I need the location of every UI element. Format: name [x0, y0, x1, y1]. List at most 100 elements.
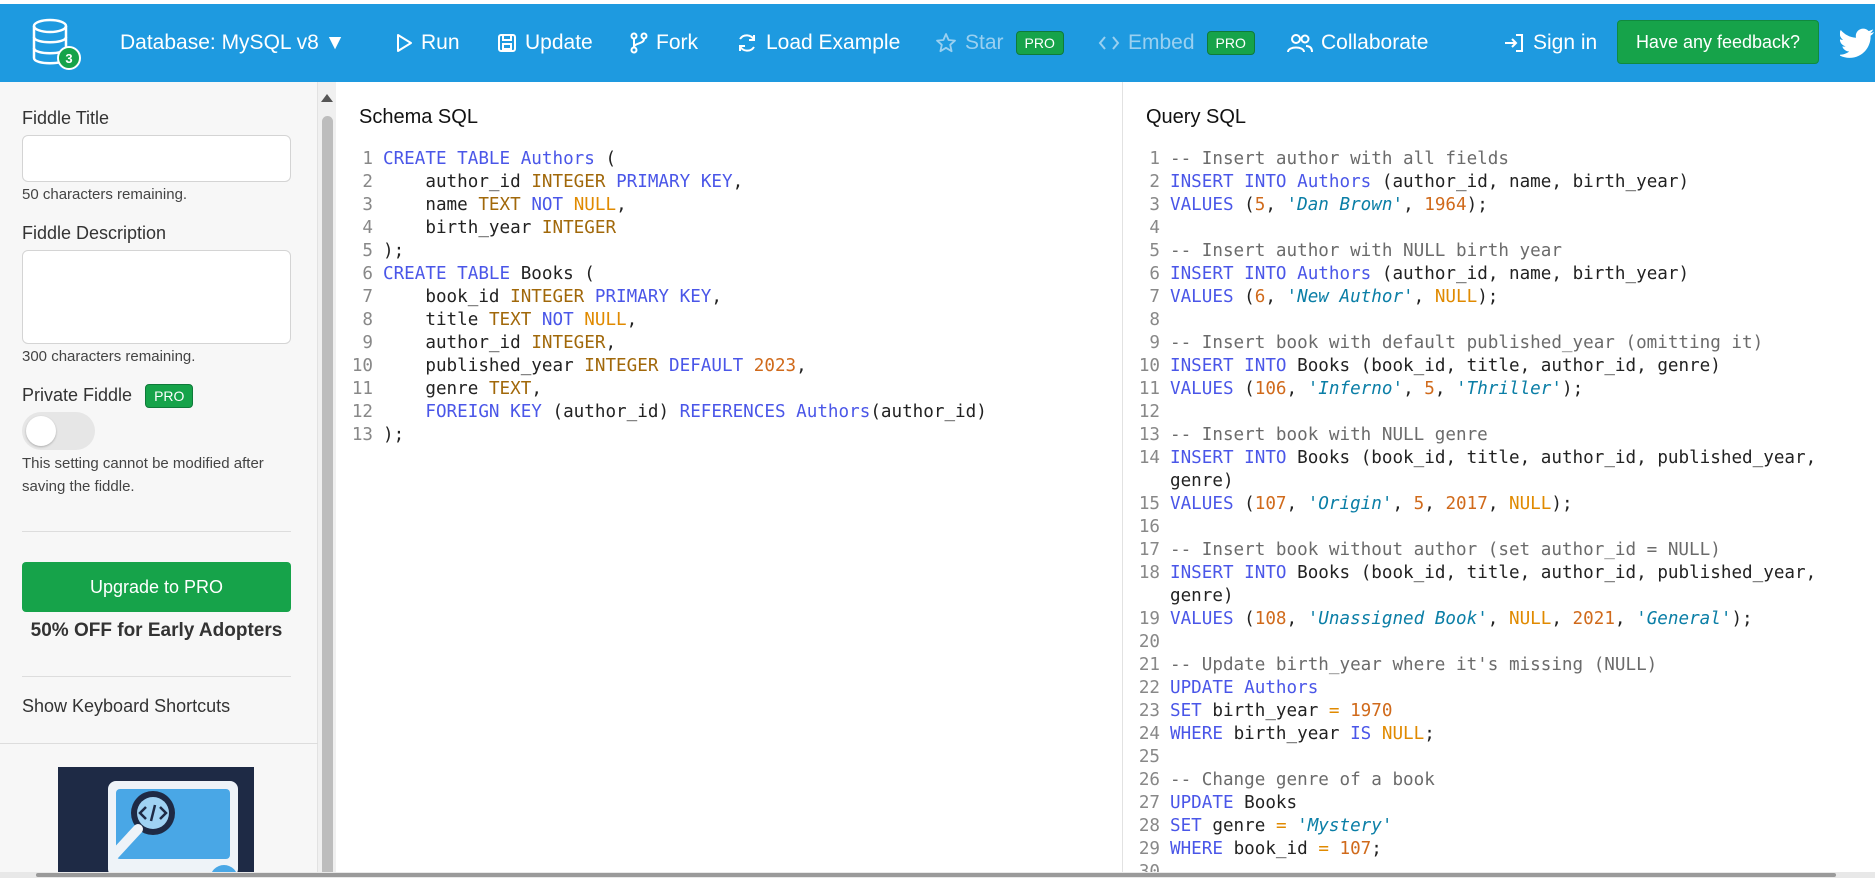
code-line[interactable]: 2 author_id INTEGER PRIMARY KEY, [337, 171, 987, 194]
load-example-button[interactable]: Load Example [736, 4, 900, 82]
code-line[interactable]: 14 INSERT INTO Books (book_id, title, aut… [1124, 447, 1816, 470]
code-line[interactable]: 6 INSERT INTO Authors (author_id, name, b… [1124, 263, 1816, 286]
code-text: genre TEXT, [425, 379, 542, 399]
horizontal-scrollbar[interactable] [0, 872, 1875, 878]
code-line[interactable]: 23 SET birth_year = 1970 [1124, 700, 1816, 723]
line-number: 20 [1138, 632, 1160, 652]
code-line[interactable]: 11 genre TEXT, [337, 378, 987, 401]
code-line[interactable]: 12 [1124, 401, 1816, 424]
update-label: Update [525, 31, 593, 54]
code-text: book_id INTEGER PRIMARY KEY, [425, 287, 722, 307]
fiddle-description-label: Fiddle Description [22, 223, 167, 243]
code-line[interactable]: 11 VALUES (106, 'Inferno', 5, 'Thriller')… [1124, 378, 1816, 401]
code-line[interactable]: 16 [1124, 516, 1816, 539]
fiddle-description-remaining: 300 characters remaining. [22, 348, 196, 365]
code-text: INSERT INTO Books (book_id, title, autho… [1170, 563, 1817, 583]
collaborate-button[interactable]: Collaborate [1287, 4, 1428, 82]
code-text: INSERT INTO Books (book_id, title, autho… [1170, 356, 1721, 376]
line-number [1124, 470, 1170, 493]
sidebar-scrollbar[interactable] [318, 82, 336, 878]
database-selector[interactable]: Database: MySQL v8 ▼ [120, 4, 345, 82]
code-line[interactable]: 6 CREATE TABLE Books ( [337, 263, 987, 286]
run-button[interactable]: Run [395, 4, 460, 82]
code-line[interactable]: 10 INSERT INTO Books (book_id, title, aut… [1124, 355, 1816, 378]
code-text: author_id INTEGER, [425, 333, 617, 353]
code-line[interactable]: 17 -- Insert book without author (set aut… [1124, 539, 1816, 562]
line-number: 23 [1138, 701, 1160, 721]
code-line[interactable]: 25 [1124, 746, 1816, 769]
code-line[interactable]: 15 VALUES (107, 'Origin', 5, 2017, NULL); [1124, 493, 1816, 516]
keyboard-shortcuts-link[interactable]: Show Keyboard Shortcuts [22, 696, 230, 717]
scroll-thumb[interactable] [322, 116, 333, 878]
line-number: 8 [1149, 310, 1160, 330]
code-text: -- Update birth_year where it's missing … [1170, 655, 1658, 675]
fiddle-description-input[interactable] [22, 250, 291, 344]
code-line[interactable]: 7 book_id INTEGER PRIMARY KEY, [337, 286, 987, 309]
line-number: 4 [362, 218, 373, 238]
sidebar-divider [22, 531, 291, 532]
code-line[interactable]: 24 WHERE birth_year IS NULL; [1124, 723, 1816, 746]
code-line[interactable]: 27 UPDATE Books [1124, 792, 1816, 815]
code-line[interactable]: 18 INSERT INTO Books (book_id, title, aut… [1124, 562, 1816, 585]
query-code-editor[interactable]: 1 -- Insert author with all fields 2 INSERT… [1124, 148, 1816, 884]
code-line[interactable]: 4 birth_year INTEGER [337, 217, 987, 240]
code-line[interactable]: 26 -- Change genre of a book [1124, 769, 1816, 792]
line-number: 19 [1138, 609, 1160, 629]
code-line[interactable]: 12 FOREIGN KEY (author_id) REFERENCES Au… [337, 401, 987, 424]
upgrade-to-pro-button[interactable]: Upgrade to PRO [22, 562, 291, 612]
fork-button[interactable]: Fork [630, 4, 698, 82]
code-line[interactable]: genre) [1124, 585, 1816, 608]
code-line[interactable]: 9 -- Insert book with default published_y… [1124, 332, 1816, 355]
code-line[interactable]: 13 -- Insert book with NULL genre [1124, 424, 1816, 447]
code-line[interactable]: 2 INSERT INTO Authors (author_id, name, b… [1124, 171, 1816, 194]
code-line[interactable]: 29 WHERE book_id = 107; [1124, 838, 1816, 861]
database-count-badge: 3 [57, 46, 81, 70]
code-line[interactable]: 3 name TEXT NOT NULL, [337, 194, 987, 217]
code-line[interactable]: 21 -- Update birth_year where it's missin… [1124, 654, 1816, 677]
embed-button[interactable]: Embed PRO [1098, 4, 1255, 82]
twitter-link[interactable] [1840, 4, 1875, 82]
code-line[interactable]: 3 VALUES (5, 'Dan Brown', 1964); [1124, 194, 1816, 217]
line-number: 9 [1149, 333, 1160, 353]
scroll-up-arrow[interactable] [321, 94, 333, 102]
code-line[interactable]: 7 VALUES (6, 'New Author', NULL); [1124, 286, 1816, 309]
star-button[interactable]: Star PRO [935, 4, 1064, 82]
code-line[interactable]: 1 -- Insert author with all fields [1124, 148, 1816, 171]
schema-code-editor[interactable]: 1 CREATE TABLE Authors (2 author_id INTEG… [337, 148, 987, 447]
code-line[interactable]: 10 published_year INTEGER DEFAULT 2023, [337, 355, 987, 378]
code-line[interactable]: 4 [1124, 217, 1816, 240]
run-label: Run [421, 31, 460, 54]
code-line[interactable]: 5 -- Insert author with NULL birth year [1124, 240, 1816, 263]
line-number: 18 [1138, 563, 1160, 583]
code-line[interactable]: 13); [337, 424, 987, 447]
code-line[interactable]: 8 title TEXT NOT NULL, [337, 309, 987, 332]
line-number: 3 [1149, 195, 1160, 215]
code-line[interactable]: 20 [1124, 631, 1816, 654]
feedback-button[interactable]: Have any feedback? [1617, 20, 1819, 64]
update-button[interactable]: Update [497, 4, 593, 82]
line-number: 6 [1149, 264, 1160, 284]
code-line[interactable]: 8 [1124, 309, 1816, 332]
code-line[interactable]: 1 CREATE TABLE Authors ( [337, 148, 987, 171]
code-line[interactable]: 5); [337, 240, 987, 263]
code-line[interactable]: 28 SET genre = 'Mystery' [1124, 815, 1816, 838]
private-fiddle-toggle[interactable] [22, 412, 95, 450]
line-number: 29 [1138, 839, 1160, 859]
sign-in-button[interactable]: Sign in [1503, 4, 1597, 82]
sidebar: Fiddle Title 50 characters remaining. Fi… [0, 82, 318, 878]
fiddle-title-input[interactable] [22, 135, 291, 182]
star-pro-badge: PRO [1015, 31, 1064, 55]
code-text: author_id INTEGER PRIMARY KEY, [425, 172, 744, 192]
code-text: VALUES (107, 'Origin', 5, 2017, NULL); [1170, 494, 1573, 514]
code-line[interactable]: genre) [1124, 470, 1816, 493]
line-number: 11 [351, 379, 373, 399]
code-line[interactable]: 22 UPDATE Authors [1124, 677, 1816, 700]
horizontal-scroll-thumb[interactable] [36, 873, 1836, 877]
line-number: 9 [362, 333, 373, 353]
code-line[interactable]: 19 VALUES (108, 'Unassigned Book', NULL, … [1124, 608, 1816, 631]
private-fiddle-hint: This setting cannot be modified after sa… [22, 455, 264, 495]
fiddle-title-remaining: 50 characters remaining. [22, 186, 188, 203]
code-line[interactable]: 9 author_id INTEGER, [337, 332, 987, 355]
line-number: 2 [362, 172, 373, 192]
code-text: birth_year INTEGER [425, 218, 617, 238]
